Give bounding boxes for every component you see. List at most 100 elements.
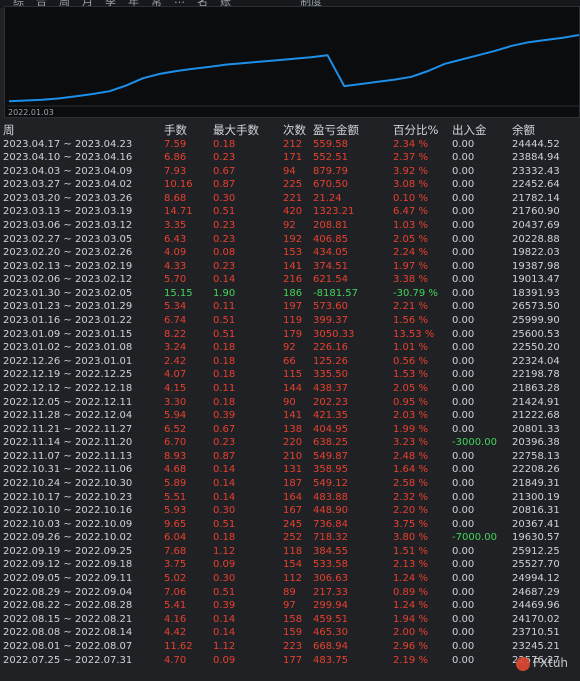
cell-max-lots: 0.87 (213, 179, 236, 191)
table-row[interactable]: 2023.02.06 ~ 2023.02.12 5.70 0.14 216 621.54… (0, 273, 580, 287)
cell-flow: 0.00 (452, 355, 475, 367)
cell-week: 2023.04.03 ~ 2023.04.09 (3, 165, 133, 177)
table-row[interactable]: 2022.12.26 ~ 2023.01.01 2.42 0.18 66 125.26 0… (0, 355, 580, 369)
table-row[interactable]: 2022.08.08 ~ 2022.08.14 4.42 0.14 159 465.30… (0, 626, 580, 640)
cell-count: 144 (283, 382, 303, 394)
table-row[interactable]: 2022.09.19 ~ 2022.09.25 7.68 1.12 118 384.55… (0, 545, 580, 559)
cell-balance: 21863.28 (512, 382, 560, 394)
table-row[interactable]: 2023.02.27 ~ 2023.03.05 6.43 0.23 192 406.85… (0, 233, 580, 247)
cell-lots: 11.62 (164, 640, 193, 652)
cell-max-lots: 0.18 (213, 532, 236, 544)
table-row[interactable]: 2022.11.21 ~ 2022.11.27 6.52 0.67 138 404.95… (0, 423, 580, 437)
cell-count: 92 (283, 342, 296, 354)
header-cash-flow[interactable]: 出入金 (452, 122, 487, 138)
table-row[interactable]: 2023.03.27 ~ 2023.04.02 10.16 0.87 225 670.5… (0, 178, 580, 192)
table-row[interactable]: 2023.01.23 ~ 2023.01.29 5.34 0.11 197 573.60… (0, 300, 580, 314)
cell-flow: 0.00 (452, 382, 475, 394)
cell-pct: 1.97 % (393, 260, 428, 272)
cell-pnl: 306.63 (313, 573, 348, 585)
table-row[interactable]: 2022.11.14 ~ 2022.11.20 6.70 0.23 220 638.25… (0, 436, 580, 450)
cell-flow: 0.00 (452, 192, 475, 204)
table-row[interactable]: 2022.10.31 ~ 2022.11.06 4.68 0.14 131 358.95… (0, 463, 580, 477)
header-week[interactable]: 周 (3, 122, 15, 138)
cell-flow: 0.00 (452, 138, 475, 150)
cell-lots: 4.09 (164, 247, 187, 259)
cell-week: 2022.08.29 ~ 2022.09.04 (3, 586, 133, 598)
table-row[interactable]: 2022.07.25 ~ 2022.07.31 4.70 0.09 177 483.75… (0, 654, 580, 668)
cell-max-lots: 0.14 (213, 464, 236, 476)
cell-count: 90 (283, 396, 296, 408)
cell-max-lots: 0.23 (213, 152, 236, 164)
table-row[interactable]: 2022.08.01 ~ 2022.08.07 11.62 1.12 223 668.9… (0, 640, 580, 654)
cell-count: 192 (283, 233, 303, 245)
cell-week: 2023.03.27 ~ 2023.04.02 (3, 179, 133, 191)
table-row[interactable]: 2022.12.05 ~ 2022.12.11 3.30 0.18 90 202.23 0… (0, 396, 580, 410)
table-row[interactable]: 2022.10.17 ~ 2022.10.23 5.51 0.14 164 483.88… (0, 491, 580, 505)
cell-lots: 4.42 (164, 627, 187, 639)
cell-max-lots: 0.30 (213, 505, 236, 517)
cell-pnl: -8181.57 (313, 287, 358, 299)
table-row[interactable]: 2023.01.30 ~ 2023.02.05 15.15 1.90 186 -8181… (0, 287, 580, 301)
cell-pct: 0.95 % (393, 396, 428, 408)
cell-flow: 0.00 (452, 559, 475, 571)
cell-max-lots: 0.14 (213, 627, 236, 639)
table-row[interactable]: 2022.10.10 ~ 2022.10.16 5.93 0.30 167 448.90… (0, 504, 580, 518)
table-row[interactable]: 2023.02.13 ~ 2023.02.19 4.33 0.23 141 374.51… (0, 260, 580, 274)
cell-pct: 2.96 % (393, 640, 428, 652)
cell-lots: 5.94 (164, 410, 187, 422)
header-balance[interactable]: 余额 (512, 122, 535, 138)
cell-lots: 5.02 (164, 573, 187, 585)
table-row[interactable]: 2023.03.13 ~ 2023.03.19 14.71 0.51 420 1323.… (0, 205, 580, 219)
table-row[interactable]: 2022.11.07 ~ 2022.11.13 8.93 0.87 210 549.87… (0, 450, 580, 464)
cell-week: 2023.01.16 ~ 2023.01.22 (3, 315, 133, 327)
table-row[interactable]: 2022.10.03 ~ 2022.10.09 9.65 0.51 245 736.84… (0, 518, 580, 532)
cell-pnl: 552.51 (313, 152, 348, 164)
cell-pct: 2.05 % (393, 233, 428, 245)
table-row[interactable]: 2022.08.22 ~ 2022.08.28 5.41 0.39 97 299.94 1… (0, 599, 580, 613)
table-row[interactable]: 2022.08.15 ~ 2022.08.21 4.16 0.14 158 459.51… (0, 613, 580, 627)
table-row[interactable]: 2023.04.10 ~ 2023.04.16 6.86 0.23 171 552.51… (0, 151, 580, 165)
table-row[interactable]: 2022.12.19 ~ 2022.12.25 4.07 0.18 115 335.50… (0, 368, 580, 382)
header-max-lots[interactable]: 最大手数 (213, 122, 259, 138)
table-row[interactable]: 2022.11.28 ~ 2022.12.04 5.94 0.39 141 421.35… (0, 409, 580, 423)
header-pnl[interactable]: 盈亏金额 (313, 122, 359, 138)
cell-week: 2022.11.14 ~ 2022.11.20 (3, 437, 133, 449)
cell-week: 2022.08.15 ~ 2022.08.21 (3, 613, 133, 625)
cell-flow: 0.00 (452, 478, 475, 489)
table-row[interactable]: 2022.10.24 ~ 2022.10.30 5.89 0.14 187 549.12… (0, 477, 580, 491)
table-row[interactable]: 2022.09.26 ~ 2022.10.02 6.04 0.18 252 718.32… (0, 531, 580, 545)
table-row[interactable]: 2022.08.29 ~ 2022.09.04 7.06 0.51 89 217.33 0… (0, 586, 580, 600)
cell-balance: 22198.78 (512, 369, 560, 381)
table-row[interactable]: 2023.04.17 ~ 2023.04.23 7.59 0.18 212 559.58… (0, 138, 580, 152)
cell-pct: 2.21 % (393, 301, 428, 313)
table-row[interactable]: 2023.02.20 ~ 2023.02.26 4.09 0.08 153 434.05… (0, 246, 580, 260)
header-lots[interactable]: 手数 (164, 122, 187, 138)
cell-balance: 24687.29 (512, 586, 560, 598)
cell-lots: 4.33 (164, 260, 187, 272)
table-row[interactable]: 2022.12.12 ~ 2022.12.18 4.15 0.11 144 438.37… (0, 382, 580, 396)
cell-flow: 0.00 (452, 450, 475, 462)
cell-count: 210 (283, 450, 303, 462)
cell-lots: 10.16 (164, 179, 193, 191)
cell-count: 187 (283, 478, 303, 489)
table-row[interactable]: 2023.01.02 ~ 2023.01.08 3.24 0.18 92 226.16 1… (0, 341, 580, 355)
cell-count: 186 (283, 287, 303, 299)
cell-pct: 2.03 % (393, 410, 428, 422)
cell-balance: 22324.04 (512, 355, 560, 367)
cell-week: 2023.01.09 ~ 2023.01.15 (3, 328, 133, 340)
cell-pnl: 549.87 (313, 450, 348, 462)
table-row[interactable]: 2023.03.06 ~ 2023.03.12 3.35 0.23 92 208.81 1… (0, 219, 580, 233)
equity-chart: 2022.01.03 (4, 6, 580, 118)
cell-lots: 8.22 (164, 328, 187, 340)
table-row[interactable]: 2022.09.12 ~ 2022.09.18 3.75 0.09 154 533.58… (0, 558, 580, 572)
cell-count: 171 (283, 152, 303, 164)
header-percent[interactable]: 百分比% (393, 122, 438, 138)
table-row[interactable]: 2023.01.09 ~ 2023.01.15 8.22 0.51 179 3050.3… (0, 328, 580, 342)
header-count[interactable]: 次数 (283, 122, 306, 138)
table-row[interactable]: 2023.01.16 ~ 2023.01.22 6.74 0.51 119 399.37… (0, 314, 580, 328)
cell-pct: 1.03 % (393, 219, 428, 231)
table-row[interactable]: 2023.03.20 ~ 2023.03.26 8.68 0.30 221 21.24 0… (0, 192, 580, 206)
cell-week: 2023.02.27 ~ 2023.03.05 (3, 233, 133, 245)
table-row[interactable]: 2022.09.05 ~ 2022.09.11 5.02 0.30 112 306.63… (0, 572, 580, 586)
table-row[interactable]: 2023.04.03 ~ 2023.04.09 7.93 0.67 94 879.79 3… (0, 165, 580, 179)
